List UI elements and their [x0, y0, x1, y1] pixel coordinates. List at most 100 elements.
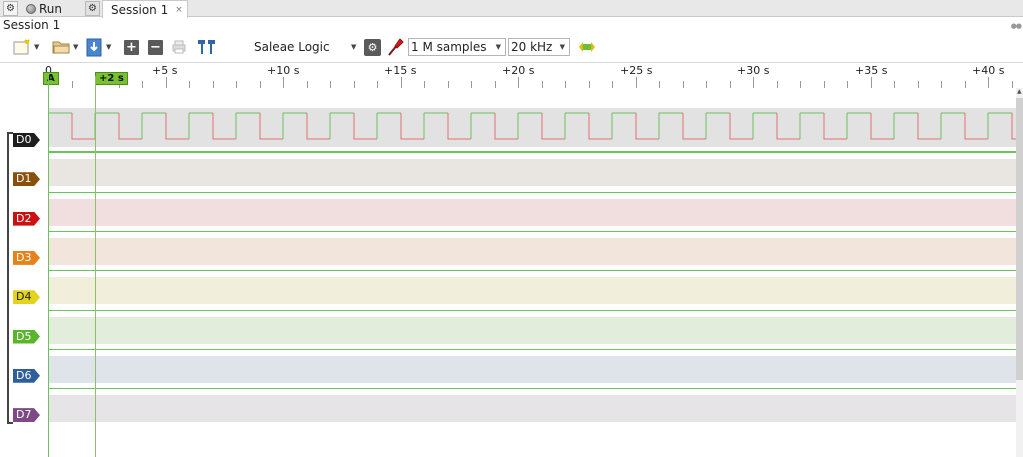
print-icon[interactable] — [172, 40, 186, 54]
ruler-tick — [447, 81, 449, 88]
channel-group-bracket — [7, 132, 13, 424]
tick-label: +10 s — [267, 64, 300, 77]
ruler-tick — [259, 81, 261, 88]
ruler-tick — [189, 81, 190, 88]
channel-lane-d3[interactable] — [48, 226, 1016, 265]
rate-select[interactable]: 20 kHz ▼ — [508, 38, 570, 56]
chevron-down-icon[interactable]: ▼ — [106, 43, 111, 51]
ruler-tick — [71, 81, 73, 88]
tab-session-1[interactable]: Session 1 × — [102, 0, 188, 18]
ruler-tick — [988, 77, 989, 88]
ruler-tick — [706, 81, 707, 88]
device-settings-icon[interactable]: ⚙ — [364, 39, 381, 56]
timing-marker-a-line — [48, 76, 49, 457]
toolbar: ▼ ▼ ▼ + − Saleae Logic ▼ ⚙ 1 M samples ▼… — [0, 34, 1023, 61]
ruler-tick — [400, 77, 402, 88]
ruler-tick — [1011, 81, 1013, 88]
channel-label-d0[interactable]: D0 — [13, 133, 40, 147]
channel-lane-d6[interactable] — [48, 344, 1016, 383]
run-icon — [26, 3, 36, 14]
scroll-up-icon[interactable]: ▲ — [1017, 88, 1022, 95]
channel-band — [48, 316, 1016, 344]
scrollbar-thumb[interactable] — [1016, 98, 1023, 380]
channel-lane-d5[interactable] — [48, 305, 1016, 344]
ruler-tick — [306, 81, 308, 88]
gear-icon[interactable]: ⚙ — [3, 1, 18, 16]
open-icon[interactable] — [51, 38, 71, 56]
channel-lane-d4[interactable] — [48, 265, 1016, 305]
d0-waveform — [48, 108, 1016, 147]
channel-signal-line — [48, 152, 1016, 154]
channel-lane-d7[interactable] — [48, 383, 1016, 423]
ruler-tick — [917, 81, 919, 88]
chevron-down-icon[interactable]: ▼ — [73, 43, 78, 51]
channel-signal-line — [48, 348, 1016, 350]
ruler-tick — [565, 81, 566, 88]
channel-label-d6[interactable]: D6 — [13, 368, 40, 383]
marker-delta[interactable]: +2 s — [95, 72, 128, 85]
channel-label-d5[interactable]: D5 — [13, 329, 40, 344]
ruler-tick — [283, 77, 284, 88]
samples-value: 1 M samples — [411, 40, 487, 54]
samples-select[interactable]: 1 M samples ▼ — [408, 38, 506, 56]
resize-grip-icon[interactable]: ●● — [1011, 22, 1022, 30]
device-name: Saleae Logic — [254, 40, 330, 54]
channel-label-d2[interactable]: D2 — [13, 211, 40, 226]
tick-label: +40 s — [972, 64, 1005, 77]
new-session-icon[interactable] — [12, 38, 32, 56]
add-icon[interactable]: + — [124, 40, 139, 55]
ruler-tick — [776, 81, 778, 88]
time-ruler[interactable]: 0 +5 s +10 s +15 s +20 s +25 s +30 s +35… — [0, 62, 1023, 90]
channel-lane-d2[interactable] — [48, 187, 1016, 226]
ruler-tick — [518, 77, 519, 88]
channel-signal-line — [48, 309, 1016, 311]
channel-label-d7[interactable]: D7 — [13, 408, 40, 423]
ruler-tick — [800, 81, 801, 88]
marker-a[interactable]: A — [43, 72, 59, 85]
ruler-tick — [330, 81, 331, 88]
ruler-tick — [377, 81, 378, 88]
probe-icon[interactable] — [386, 37, 404, 57]
channel-band — [48, 159, 1016, 187]
ruler-tick — [682, 81, 684, 88]
save-icon[interactable] — [86, 37, 102, 57]
ruler-tick — [612, 81, 613, 88]
ruler-tick — [165, 77, 167, 88]
channel-lane-d1[interactable] — [48, 147, 1016, 187]
ruler-tick — [424, 81, 425, 88]
channel-band — [48, 355, 1016, 383]
channel-band — [48, 198, 1016, 226]
ruler-tick — [142, 81, 143, 88]
channel-signal-line — [48, 270, 1016, 272]
channel-lane-d0[interactable] — [48, 108, 1016, 152]
device-dropdown-icon[interactable]: ▼ — [351, 43, 356, 51]
ruler-tick — [847, 81, 848, 88]
channel-label-d3[interactable]: D3 — [13, 250, 40, 265]
chevron-down-icon: ▼ — [559, 43, 565, 51]
run-button[interactable]: Run — [26, 0, 62, 17]
channel-label-d1[interactable]: D1 — [13, 172, 40, 187]
cursor-icon[interactable] — [197, 39, 217, 55]
ruler-tick — [212, 81, 214, 88]
tick-label: +25 s — [620, 64, 653, 77]
ruler-tick — [729, 81, 731, 88]
close-icon[interactable]: × — [175, 5, 183, 15]
tick-label: +20 s — [502, 64, 535, 77]
channel-band — [48, 237, 1016, 265]
channel-label-d4[interactable]: D4 — [13, 290, 40, 305]
chevron-down-icon[interactable]: ▼ — [34, 43, 39, 51]
chevron-down-icon: ▼ — [495, 43, 501, 51]
ruler-tick — [541, 81, 543, 88]
ruler-tick — [236, 81, 237, 88]
tick-label: +30 s — [737, 64, 770, 77]
ruler-tick — [494, 81, 496, 88]
tab-bar: ⚙ Run ⚙ Session 1 × — [0, 0, 1023, 18]
tick-label: +35 s — [855, 64, 888, 77]
ruler-tick — [823, 81, 825, 88]
ruler-tick — [964, 81, 966, 88]
remove-icon[interactable]: − — [148, 40, 163, 55]
tick-label: +5 s — [152, 64, 178, 77]
channel-band — [48, 395, 1016, 423]
settings-icon[interactable]: ⚙ — [85, 1, 100, 16]
trigger-icon[interactable] — [578, 41, 596, 53]
